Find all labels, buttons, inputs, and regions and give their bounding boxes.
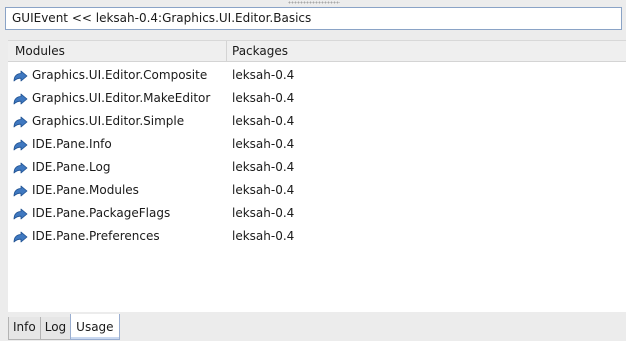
usage-pane: GUIEvent << leksah-0.4:Graphics.UI.Edito… bbox=[0, 0, 626, 341]
usage-table: Modules Packages Graphics.UI.Editor.Comp… bbox=[8, 40, 626, 312]
usage-title-bar: GUIEvent << leksah-0.4:Graphics.UI.Edito… bbox=[5, 7, 622, 30]
table-row[interactable]: IDE.Pane.Log leksah-0.4 bbox=[8, 156, 626, 179]
module-name: IDE.Pane.Log bbox=[32, 160, 111, 174]
module-arrow-icon bbox=[12, 230, 28, 244]
module-arrow-icon bbox=[12, 161, 28, 175]
module-arrow-icon bbox=[12, 184, 28, 198]
module-name: Graphics.UI.Editor.Composite bbox=[32, 68, 208, 82]
package-cell: leksah-0.4 bbox=[232, 114, 295, 128]
tab-info[interactable]: Info bbox=[8, 317, 41, 340]
module-arrow-icon bbox=[12, 92, 28, 106]
column-header-modules[interactable]: Modules bbox=[8, 41, 227, 61]
module-arrow-icon bbox=[12, 115, 28, 129]
pane-tabs: Info Log Usage bbox=[8, 313, 120, 340]
package-cell: leksah-0.4 bbox=[232, 160, 295, 174]
table-row[interactable]: IDE.Pane.Info leksah-0.4 bbox=[8, 133, 626, 156]
module-name: IDE.Pane.Info bbox=[32, 137, 112, 151]
table-row[interactable]: Graphics.UI.Editor.Composite leksah-0.4 bbox=[8, 64, 626, 87]
table-row[interactable]: IDE.Pane.Modules leksah-0.4 bbox=[8, 179, 626, 202]
table-row[interactable]: IDE.Pane.Preferences leksah-0.4 bbox=[8, 225, 626, 248]
table-header: Modules Packages bbox=[8, 41, 626, 62]
module-cell: IDE.Pane.PackageFlags bbox=[8, 202, 227, 225]
module-cell: IDE.Pane.Log bbox=[8, 156, 227, 179]
module-name: Graphics.UI.Editor.Simple bbox=[32, 114, 185, 128]
table-body: Graphics.UI.Editor.Composite leksah-0.4 Gr… bbox=[8, 62, 626, 248]
tab-log[interactable]: Log bbox=[39, 317, 72, 340]
module-cell: Graphics.UI.Editor.Simple bbox=[8, 110, 227, 133]
package-cell: leksah-0.4 bbox=[232, 206, 295, 220]
module-cell: IDE.Pane.Modules bbox=[8, 179, 227, 202]
module-name: Graphics.UI.Editor.MakeEditor bbox=[32, 91, 211, 105]
module-cell: IDE.Pane.Info bbox=[8, 133, 227, 156]
package-cell: leksah-0.4 bbox=[232, 68, 295, 82]
column-header-packages[interactable]: Packages bbox=[227, 41, 626, 61]
table-row[interactable]: Graphics.UI.Editor.MakeEditor leksah-0.4 bbox=[8, 87, 626, 110]
package-cell: leksah-0.4 bbox=[232, 183, 295, 197]
module-name: IDE.Pane.Preferences bbox=[32, 229, 160, 243]
module-arrow-icon bbox=[12, 69, 28, 83]
module-cell: Graphics.UI.Editor.MakeEditor bbox=[8, 87, 227, 110]
module-arrow-icon bbox=[12, 138, 28, 152]
package-cell: leksah-0.4 bbox=[232, 91, 295, 105]
table-row[interactable]: Graphics.UI.Editor.Simple leksah-0.4 bbox=[8, 110, 626, 133]
module-name: IDE.Pane.Modules bbox=[32, 183, 139, 197]
table-row[interactable]: IDE.Pane.PackageFlags leksah-0.4 bbox=[8, 202, 626, 225]
module-cell: Graphics.UI.Editor.Composite bbox=[8, 64, 227, 87]
tab-usage[interactable]: Usage bbox=[70, 314, 120, 340]
module-arrow-icon bbox=[12, 207, 28, 221]
module-name: IDE.Pane.PackageFlags bbox=[32, 206, 171, 220]
package-cell: leksah-0.4 bbox=[232, 229, 295, 243]
package-cell: leksah-0.4 bbox=[232, 137, 295, 151]
pane-drag-handle[interactable] bbox=[288, 1, 340, 4]
module-cell: IDE.Pane.Preferences bbox=[8, 225, 227, 248]
